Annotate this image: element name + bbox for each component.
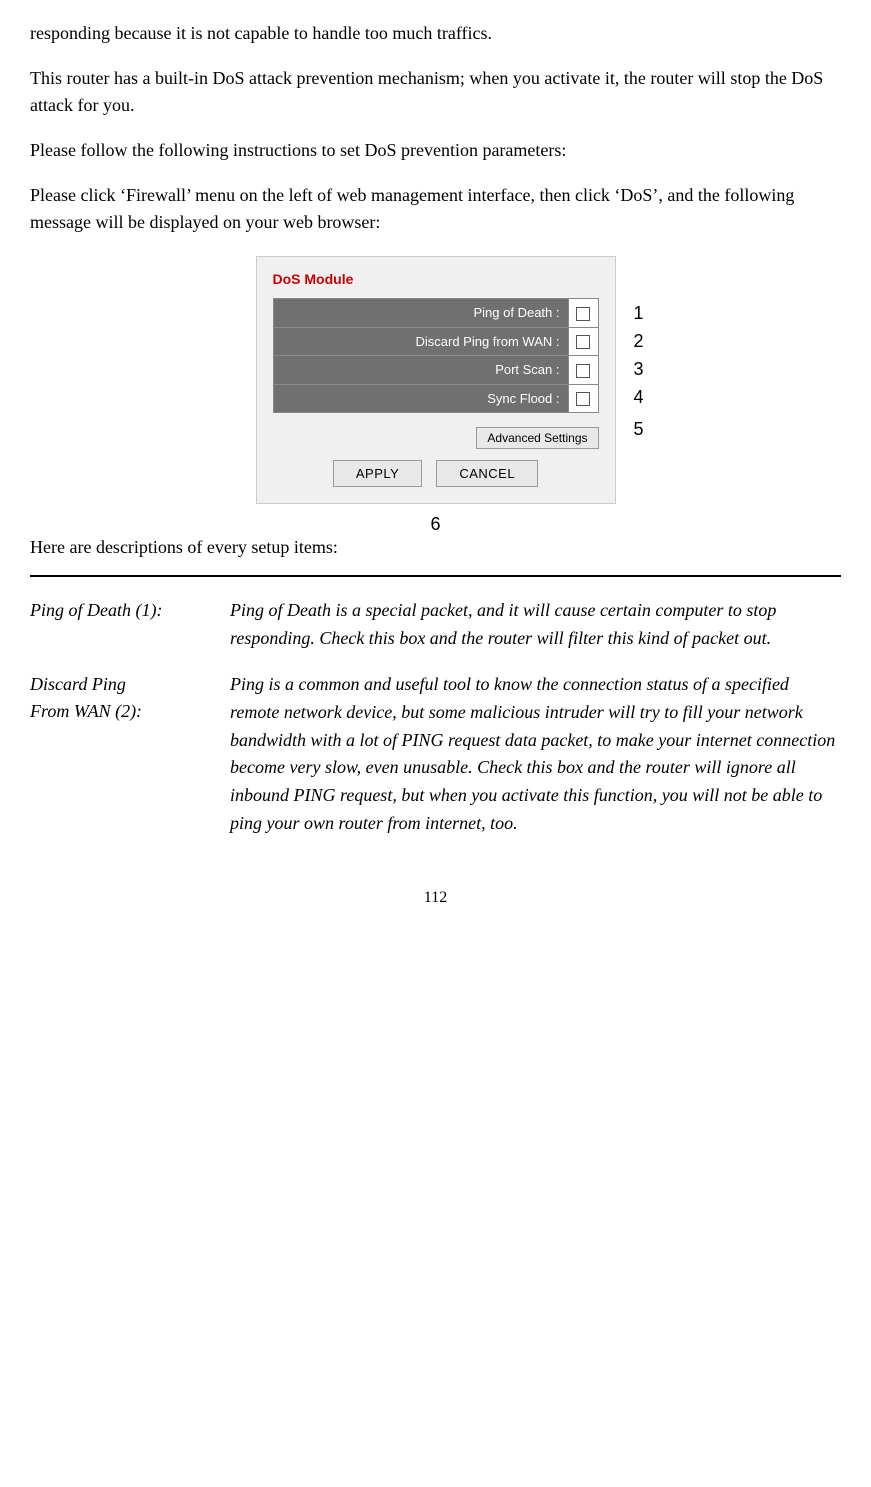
dos-buttons-row: APPLY CANCEL — [273, 460, 599, 487]
sync-flood-label: Sync Flood : — [273, 384, 568, 413]
number-label-2: 2 — [633, 328, 643, 355]
dos-diagram: DoS Module Ping of Death : Discard Ping … — [30, 256, 841, 504]
checkbox-2[interactable] — [576, 335, 590, 349]
table-row: Discard Ping from WAN : — [273, 327, 598, 356]
number-label-5: 5 — [633, 416, 643, 443]
intro-para2: This router has a built-in DoS attack pr… — [30, 65, 841, 119]
number-label-6: 6 — [430, 511, 440, 538]
checkbox-1[interactable] — [576, 307, 590, 321]
intro-para4: Please click ‘Firewall’ menu on the left… — [30, 182, 841, 236]
ping-of-death-label: Ping of Death : — [273, 299, 568, 328]
checkbox-3[interactable] — [576, 364, 590, 378]
discard-ping-desc-label: Discard Ping From WAN (2): — [30, 671, 230, 856]
desc-row-1: Ping of Death (1): Ping of Death is a sp… — [30, 597, 841, 671]
table-row: Port Scan : — [273, 356, 598, 385]
descriptions-heading: Here are descriptions of every setup ite… — [30, 534, 841, 561]
intro-para3: Please follow the following instructions… — [30, 137, 841, 164]
dos-diagram-wrapper: DoS Module Ping of Death : Discard Ping … — [256, 256, 616, 504]
page-number: 112 — [30, 886, 841, 910]
sync-flood-check[interactable] — [568, 384, 598, 413]
intro-para1: responding because it is not capable to … — [30, 20, 841, 47]
number-label-1: 1 — [633, 300, 643, 327]
table-row: Sync Flood : — [273, 384, 598, 413]
ping-of-death-check[interactable] — [568, 299, 598, 328]
discard-ping-desc-text: Ping is a common and useful tool to know… — [230, 671, 841, 856]
dos-module-title: DoS Module — [273, 269, 599, 290]
discard-ping-label: Discard Ping from WAN : — [273, 327, 568, 356]
number-label-4: 4 — [633, 384, 643, 411]
dos-module-box: DoS Module Ping of Death : Discard Ping … — [256, 256, 616, 504]
ping-of-death-desc-label: Ping of Death (1): — [30, 597, 230, 671]
advanced-settings-button[interactable]: Advanced Settings — [476, 427, 598, 449]
ping-of-death-desc-text: Ping of Death is a special packet, and i… — [230, 597, 841, 671]
number-label-3: 3 — [633, 356, 643, 383]
port-scan-label: Port Scan : — [273, 356, 568, 385]
port-scan-check[interactable] — [568, 356, 598, 385]
advanced-settings-row: Advanced Settings — [273, 423, 599, 450]
cancel-button[interactable]: CANCEL — [436, 460, 538, 487]
checkbox-4[interactable] — [576, 392, 590, 406]
desc-row-2: Discard Ping From WAN (2): Ping is a com… — [30, 671, 841, 856]
dos-table: Ping of Death : Discard Ping from WAN : … — [273, 298, 599, 413]
discard-ping-check[interactable] — [568, 327, 598, 356]
apply-button[interactable]: APPLY — [333, 460, 422, 487]
descriptions-table: Ping of Death (1): Ping of Death is a sp… — [30, 597, 841, 856]
table-row: Ping of Death : — [273, 299, 598, 328]
section-divider — [30, 575, 841, 577]
